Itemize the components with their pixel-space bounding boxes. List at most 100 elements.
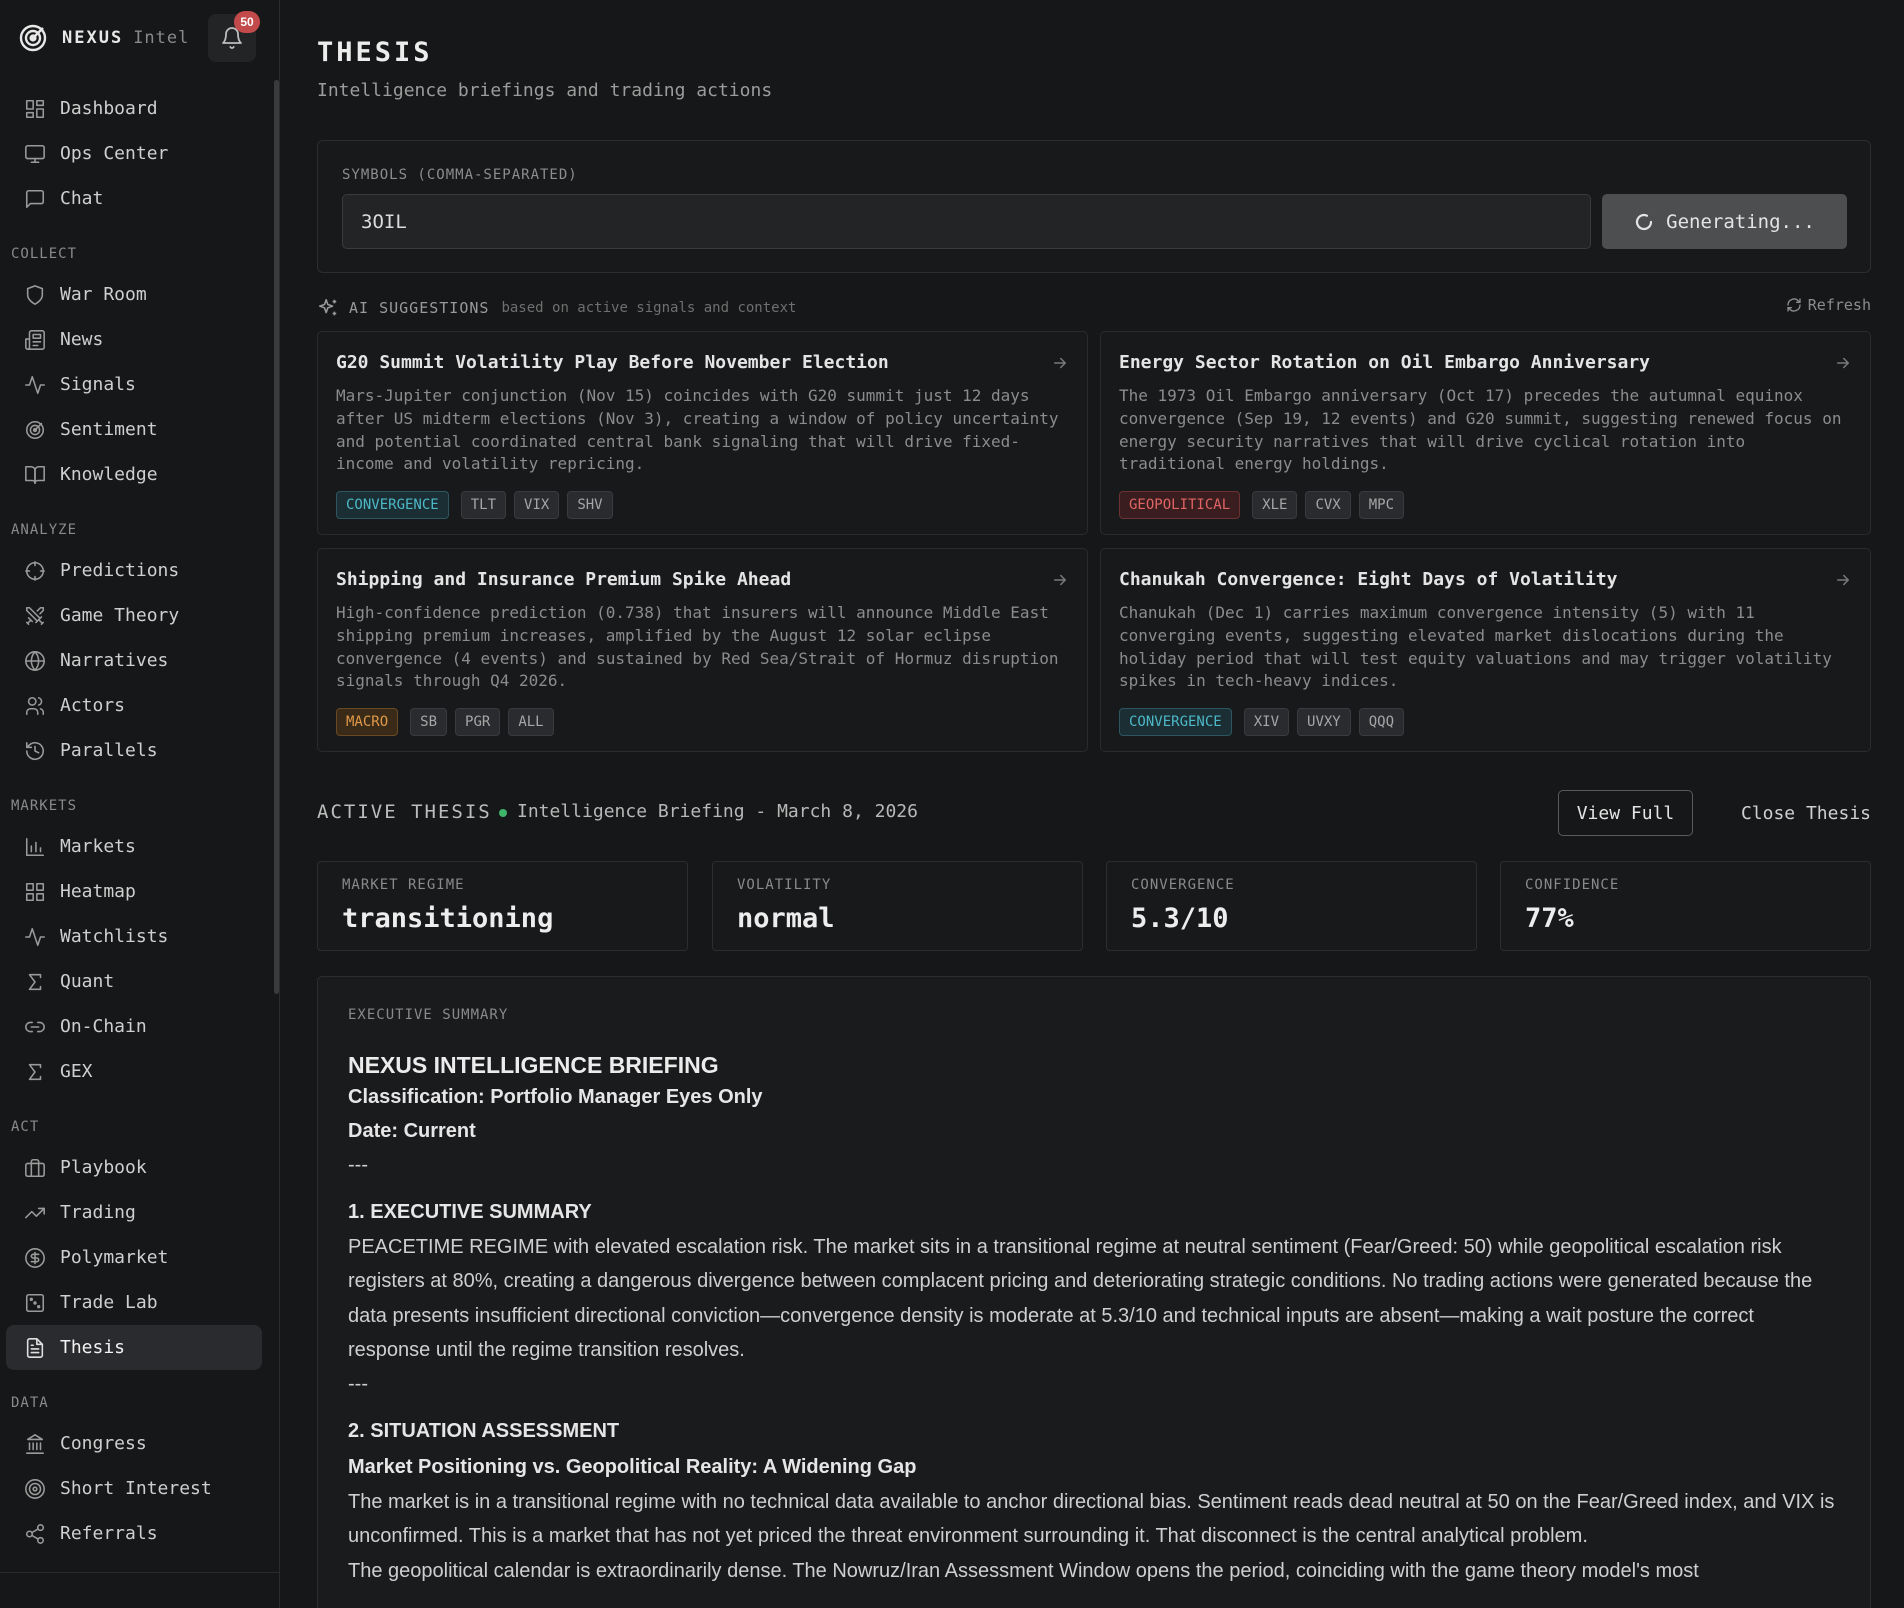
sidebar-scrollbar[interactable] xyxy=(274,80,279,994)
sidebar-section-collect: COLLECT xyxy=(11,246,78,262)
sidebar-item-sentiment[interactable]: Sentiment xyxy=(6,407,262,452)
brand-subtitle: Intel xyxy=(133,28,190,48)
trend-up-icon xyxy=(24,1202,46,1224)
sidebar-item-label: Narratives xyxy=(60,650,169,671)
symbols-card: SYMBOLS (COMMA-SEPARATED) Generating... xyxy=(317,140,1871,273)
sidebar-item-parallels[interactable]: Parallels xyxy=(6,728,262,773)
metric-label: CONVERGENCE xyxy=(1131,877,1235,893)
share-icon xyxy=(24,1523,46,1545)
brand[interactable]: NEXUS Intel xyxy=(18,21,189,55)
sidebar-item-news[interactable]: News xyxy=(6,317,262,362)
sidebar-item-predictions[interactable]: Predictions xyxy=(6,548,262,593)
globe-icon xyxy=(24,650,46,672)
suggestion-card[interactable]: Chanukah Convergence: Eight Days of Vola… xyxy=(1100,548,1871,752)
sidebar-item-label: Dashboard xyxy=(60,98,158,119)
ticker-tag[interactable]: CVX xyxy=(1305,491,1351,519)
arrow-right-icon[interactable] xyxy=(1051,571,1069,589)
notification-count-badge: 50 xyxy=(234,11,260,33)
arrow-right-icon[interactable] xyxy=(1834,354,1852,372)
sidebar-item-label: Sentiment xyxy=(60,419,158,440)
ticker-tag[interactable]: QQQ xyxy=(1358,708,1405,736)
ticker-tag[interactable]: PGR xyxy=(455,708,501,736)
target-icon xyxy=(24,1478,46,1500)
sidebar-item-actors[interactable]: Actors xyxy=(6,683,262,728)
history-icon xyxy=(24,740,46,762)
generate-button-label: Generating... xyxy=(1666,210,1815,233)
sidebar-section-analyze: ANALYZE xyxy=(11,522,78,538)
sidebar-item-label: Signals xyxy=(60,374,136,395)
suggestion-card[interactable]: G20 Summit Volatility Play Before Novemb… xyxy=(317,331,1088,535)
sidebar-item-war-room[interactable]: War Room xyxy=(6,272,262,317)
executive-summary-label: EXECUTIVE SUMMARY xyxy=(348,1007,509,1023)
arrow-right-icon[interactable] xyxy=(1834,571,1852,589)
sidebar-item-ops-center[interactable]: Ops Center xyxy=(6,131,262,176)
symbols-input[interactable] xyxy=(342,194,1591,249)
close-thesis-button[interactable]: Close Thesis xyxy=(1715,790,1871,836)
dollar-circle-icon xyxy=(24,1247,46,1269)
ticker-tag[interactable]: TLT xyxy=(460,491,507,519)
ai-suggestions-header: AI SUGGESTIONS based on active signals a… xyxy=(317,296,1871,320)
metric-label: MARKET REGIME xyxy=(342,877,465,893)
metric-convergence: CONVERGENCE 5.3/10 xyxy=(1106,861,1477,951)
arrow-right-icon[interactable] xyxy=(1051,354,1069,372)
sidebar-item-dashboard[interactable]: Dashboard xyxy=(6,86,262,131)
briefing-heading: NEXUS INTELLIGENCE BRIEFING xyxy=(348,1052,719,1078)
sidebar-item-heatmap[interactable]: Heatmap xyxy=(6,869,262,914)
sidebar-item-knowledge[interactable]: Knowledge xyxy=(6,452,262,497)
ticker-tag[interactable]: MPC xyxy=(1358,491,1405,519)
ai-suggestions-label: AI SUGGESTIONS xyxy=(349,299,490,317)
generate-button[interactable]: Generating... xyxy=(1602,194,1847,249)
sidebar-item-short-interest[interactable]: Short Interest xyxy=(6,1466,262,1511)
ticker-tag[interactable]: VIX xyxy=(514,491,560,519)
refresh-button[interactable]: Refresh xyxy=(1786,296,1871,314)
sidebar-item-label: Trade Lab xyxy=(60,1292,158,1313)
sidebar-item-label: Polymarket xyxy=(60,1247,169,1268)
sidebar-item-chat[interactable]: Chat xyxy=(6,176,262,221)
sidebar-item-label: Predictions xyxy=(60,560,180,581)
sidebar-item-quant[interactable]: Quant xyxy=(6,959,262,1004)
sidebar-nav: Dashboard Ops Center Chat COLLECT War Room Ne… xyxy=(0,86,270,1556)
sidebar-item-referrals[interactable]: Referrals xyxy=(6,1511,262,1556)
view-full-button[interactable]: View Full xyxy=(1558,790,1693,836)
sidebar-item-congress[interactable]: Congress xyxy=(6,1421,262,1466)
section-2-paragraph-1: The market is in a transitional regime w… xyxy=(348,1491,1835,1548)
suggestion-card[interactable]: Energy Sector Rotation on Oil Embargo An… xyxy=(1100,331,1871,535)
suggestion-card[interactable]: Shipping and Insurance Premium Spike Ahe… xyxy=(317,548,1088,752)
metric-value: normal xyxy=(737,903,835,934)
sidebar-item-thesis[interactable]: Thesis xyxy=(6,1325,262,1370)
sidebar-item-watchlists[interactable]: Watchlists xyxy=(6,914,262,959)
ticker-tag[interactable]: SHV xyxy=(567,491,613,519)
briefing-rule: --- xyxy=(348,1373,368,1396)
book-icon xyxy=(24,464,46,486)
dashboard-icon xyxy=(24,98,46,120)
sidebar-item-playbook[interactable]: Playbook xyxy=(6,1145,262,1190)
sidebar-item-signals[interactable]: Signals xyxy=(6,362,262,407)
sidebar-item-narratives[interactable]: Narratives xyxy=(6,638,262,683)
ticker-tag[interactable]: ALL xyxy=(508,708,554,736)
metric-volatility: VOLATILITY normal xyxy=(712,861,1083,951)
ticker-tag[interactable]: XLE xyxy=(1252,491,1298,519)
sidebar-item-trading[interactable]: Trading xyxy=(6,1190,262,1235)
ticker-tag[interactable]: SB xyxy=(410,708,448,736)
users-icon xyxy=(24,695,46,717)
page-subtitle: Intelligence briefings and trading actio… xyxy=(317,80,773,101)
sidebar-item-trade-lab[interactable]: Trade Lab xyxy=(6,1280,262,1325)
sidebar-section-act: ACT xyxy=(11,1119,40,1135)
sidebar-item-gex[interactable]: GEX xyxy=(6,1049,262,1094)
sidebar-item-game-theory[interactable]: Game Theory xyxy=(6,593,262,638)
metric-value: 77% xyxy=(1525,903,1574,934)
sidebar-item-polymarket[interactable]: Polymarket xyxy=(6,1235,262,1280)
sidebar-item-markets[interactable]: Markets xyxy=(6,824,262,869)
ticker-tag[interactable]: UVXY xyxy=(1297,708,1351,736)
sidebar-item-label: Heatmap xyxy=(60,881,136,902)
sigma-icon xyxy=(24,1061,46,1083)
sparkles-icon xyxy=(317,297,339,319)
sidebar-item-on-chain[interactable]: On-Chain xyxy=(6,1004,262,1049)
ticker-tag[interactable]: XIV xyxy=(1243,708,1290,736)
sidebar-section-data: DATA xyxy=(11,1395,49,1411)
